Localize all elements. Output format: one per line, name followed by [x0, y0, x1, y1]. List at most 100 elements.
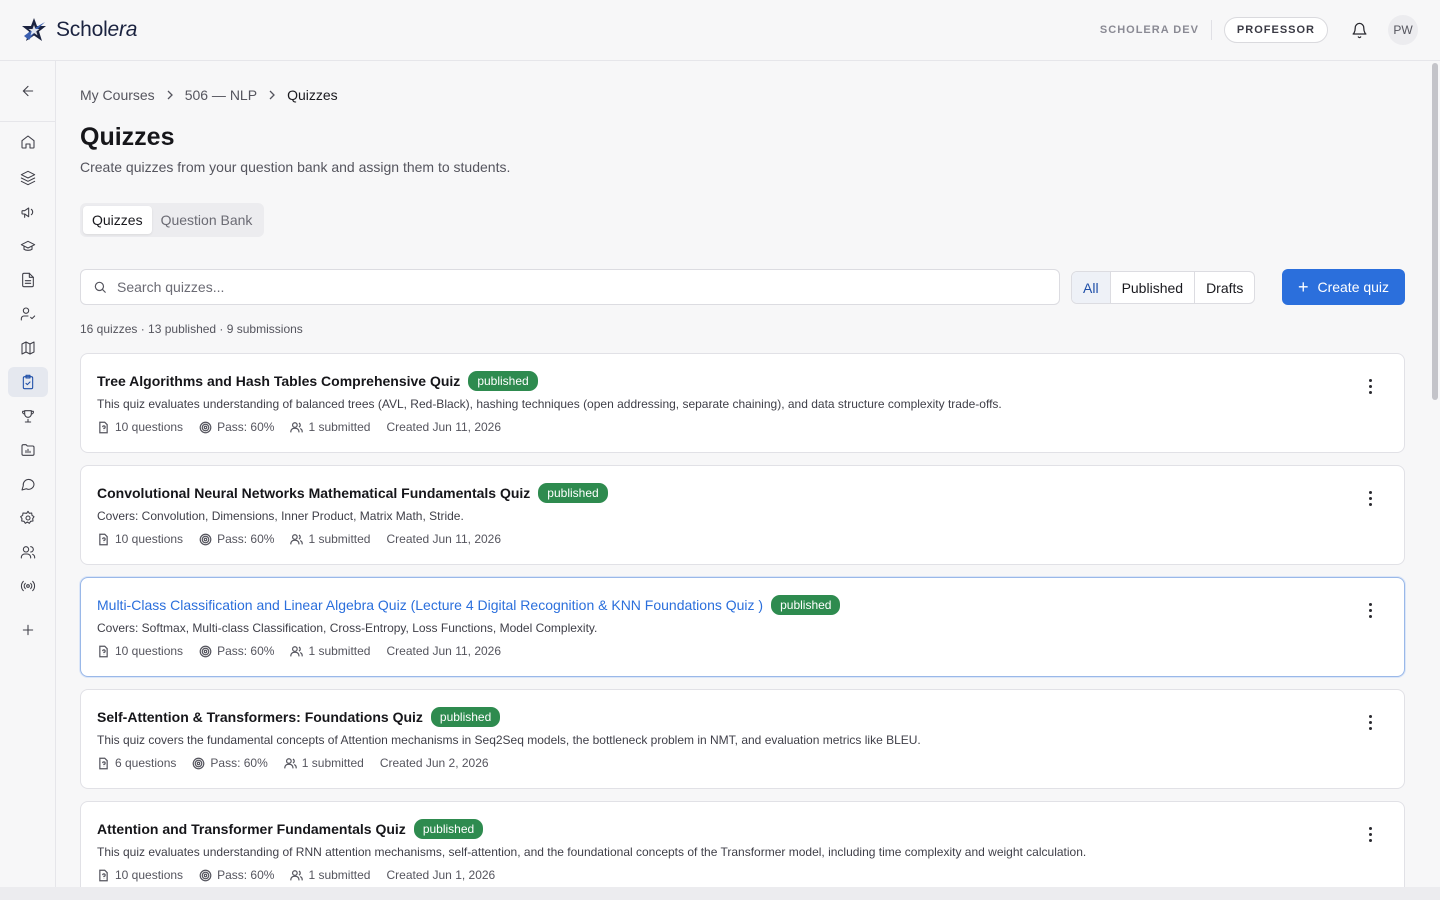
sidebar [0, 61, 56, 887]
users-icon [290, 533, 308, 546]
more-options-icon[interactable] [1362, 602, 1378, 618]
question-count: 10 questions [97, 532, 183, 546]
home-icon [21, 135, 35, 149]
quiz-card[interactable]: Tree Algorithms and Hash Tables Comprehe… [80, 353, 1405, 453]
submission-count: 1 submitted [290, 532, 370, 546]
create-quiz-button[interactable]: + Create quiz [1282, 269, 1405, 305]
users-icon [283, 757, 302, 770]
quiz-card[interactable]: Self-Attention & Transformers: Foundatio… [80, 689, 1405, 789]
sidebar-item-courses[interactable] [8, 231, 48, 261]
users-icon [290, 869, 308, 882]
scholera-logo-icon [22, 18, 46, 41]
sidebar-item-reports[interactable] [8, 435, 48, 465]
divider [1210, 20, 1212, 40]
submission-count: 1 submitted [290, 644, 370, 658]
tab-quizzes[interactable]: Quizzes [83, 206, 152, 234]
created-date: Created Jun 2, 2026 [379, 756, 489, 770]
submission-count-text: 1 submitted [308, 532, 371, 546]
sidebar-item-roadmap[interactable] [8, 333, 48, 363]
more-options-icon[interactable] [1362, 490, 1378, 506]
quiz-title-row: Tree Algorithms and Hash Tables Comprehe… [97, 371, 538, 391]
breadcrumb-my-courses[interactable]: My Courses [80, 87, 155, 103]
quiz-title[interactable]: Tree Algorithms and Hash Tables Comprehe… [97, 373, 460, 389]
search-input[interactable] [117, 279, 1017, 295]
quiz-description: This quiz covers the fundamental concept… [97, 733, 921, 747]
megaphone-icon [21, 207, 34, 218]
submission-count: 1 submitted [283, 756, 364, 770]
status-badge: published [430, 707, 501, 727]
broadcast-icon [20, 580, 36, 592]
question-count-text: 10 questions [115, 868, 184, 882]
tab-question-bank[interactable]: Question Bank [152, 206, 262, 234]
quiz-title[interactable]: Self-Attention & Transformers: Foundatio… [97, 709, 423, 725]
created-date: Created Jun 1, 2026 [386, 868, 496, 882]
scrollbar[interactable] [1430, 61, 1440, 887]
quiz-meta: 10 questions Pass: 60% 1 submitted Created … [97, 644, 517, 658]
question-count-text: 6 questions [115, 756, 177, 770]
view-tabs: Quizzes Question Bank [80, 203, 265, 237]
question-count: 10 questions [97, 644, 183, 658]
users-icon [290, 421, 308, 434]
sidebar-item-discussions[interactable] [8, 469, 48, 499]
quiz-meta: 10 questions Pass: 60% 1 submitted Created … [97, 420, 517, 434]
pass-threshold-text: Pass: 60% [210, 756, 268, 770]
bell-icon[interactable] [1350, 21, 1368, 39]
quiz-meta: 6 questions Pass: 60% 1 submitted Created J… [97, 756, 505, 770]
quiz-title-row: Convolutional Neural Networks Mathematic… [97, 483, 608, 503]
filter-all[interactable]: All [1072, 272, 1110, 303]
submission-count: 1 submitted [290, 420, 370, 434]
pass-threshold-text: Pass: 60% [217, 532, 275, 546]
avatar[interactable]: PW [1388, 15, 1418, 45]
environment-label: SCHOLERA DEV [1099, 24, 1199, 36]
created-date: Created Jun 11, 2026 [386, 420, 502, 434]
quiz-card[interactable]: Convolutional Neural Networks Mathematic… [80, 465, 1405, 565]
document-question-icon [97, 645, 115, 658]
quiz-description: This quiz evaluates understanding of bal… [97, 397, 1002, 411]
users-icon [290, 645, 308, 658]
app-logo[interactable]: Scholera [20, 16, 137, 44]
submission-count-text: 1 submitted [308, 420, 371, 434]
quiz-card[interactable]: Attention and Transformer Fundamentals Q… [80, 801, 1405, 900]
more-options-icon[interactable] [1362, 378, 1378, 394]
quiz-title[interactable]: Attention and Transformer Fundamentals Q… [97, 821, 406, 837]
scrollbar-thumb[interactable] [1432, 63, 1438, 400]
more-options-icon[interactable] [1362, 826, 1378, 842]
sidebar-item-settings[interactable] [8, 503, 48, 533]
quiz-title[interactable]: Multi-Class Classification and Linear Al… [97, 597, 763, 613]
sidebar-item-people[interactable] [8, 537, 48, 567]
graduation-cap-icon [20, 240, 36, 251]
question-count: 10 questions [97, 420, 183, 434]
quiz-summary: 16 quizzes · 13 published · 9 submission… [80, 322, 303, 336]
target-icon [199, 421, 217, 434]
status-filter: All Published Drafts [1071, 271, 1256, 304]
quiz-card[interactable]: Multi-Class Classification and Linear Al… [80, 577, 1405, 677]
filter-published[interactable]: Published [1109, 272, 1195, 303]
sidebar-item-attendance[interactable] [8, 299, 48, 329]
sidebar-item-leaderboard[interactable] [8, 401, 48, 431]
window-bottom-edge [0, 887, 1440, 900]
back-button[interactable] [8, 76, 48, 106]
sidebar-item-live[interactable] [8, 571, 48, 601]
sidebar-item-announcements[interactable] [8, 197, 48, 227]
question-count: 6 questions [97, 756, 176, 770]
users-icon [20, 546, 36, 559]
breadcrumb-course[interactable]: 506 — NLP [185, 87, 257, 103]
created-date: Created Jun 11, 2026 [386, 644, 502, 658]
document-icon [22, 272, 34, 288]
sidebar-item-assignments[interactable] [8, 265, 48, 295]
sidebar-item-quizzes[interactable] [8, 367, 48, 397]
sidebar-add-button[interactable] [8, 615, 48, 645]
quiz-title[interactable]: Convolutional Neural Networks Mathematic… [97, 485, 530, 501]
role-badge[interactable]: PROFESSOR [1223, 17, 1328, 43]
trophy-icon [22, 410, 34, 423]
filter-drafts[interactable]: Drafts [1194, 272, 1254, 303]
quiz-title-row: Attention and Transformer Fundamentals Q… [97, 819, 484, 839]
pass-threshold: Pass: 60% [199, 532, 274, 546]
more-options-icon[interactable] [1362, 714, 1378, 730]
status-badge: published [413, 819, 484, 839]
pass-threshold-text: Pass: 60% [217, 644, 275, 658]
quiz-meta: 10 questions Pass: 60% 1 submitted Created … [97, 868, 511, 882]
submission-count-text: 1 submitted [301, 756, 364, 770]
sidebar-item-home[interactable] [8, 127, 48, 157]
sidebar-item-modules[interactable] [8, 163, 48, 193]
